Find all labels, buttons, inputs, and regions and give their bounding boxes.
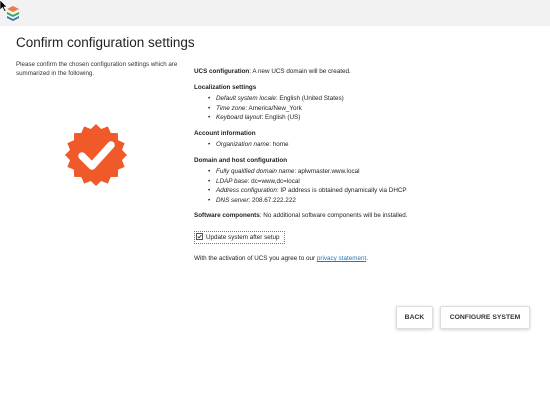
list-item: Keyboard layout: English (US) (208, 113, 534, 123)
configure-system-button[interactable]: CONFIGURE SYSTEM (440, 306, 530, 329)
list-item: Default system locale: English (United S… (208, 94, 534, 104)
checkbox[interactable] (196, 233, 203, 241)
list-item: Fully qualified domain name: aplwmaster.… (208, 167, 534, 177)
check-icon (197, 235, 202, 239)
ucs-logo-icon (7, 6, 19, 21)
software-components: Software components: No additional softw… (194, 212, 408, 219)
list-item: DNS server: 208.67.222.222 (208, 196, 534, 206)
list-item: LDAP base: dc=www,dc=local (208, 177, 534, 187)
privacy-statement-link[interactable]: privacy statement (317, 255, 366, 262)
page-title: Confirm configuration settings (16, 35, 195, 50)
list-item: Organization name: home (208, 140, 534, 150)
checkmark-badge-icon (65, 124, 127, 186)
localization-list: Default system locale: English (United S… (194, 94, 534, 123)
account-list: Organization name: home (194, 140, 534, 150)
top-bar (0, 0, 550, 26)
back-button[interactable]: BACK (396, 306, 433, 329)
setup-panel: Confirm configuration settings Please co… (0, 26, 550, 413)
localization-title: Localization settings (194, 83, 257, 91)
agreement-text: With the activation of UCS you agree to … (194, 255, 368, 262)
ucs-configuration: UCS configuration: A new UCS domain will… (194, 68, 351, 75)
list-item: Time zone: America/New_York (208, 104, 534, 114)
intro-text: Please confirm the chosen configuration … (16, 61, 178, 77)
update-system-label[interactable]: Update system after setup (206, 234, 280, 241)
update-system-checkbox[interactable]: Update system after setup (194, 230, 285, 244)
list-item: Address configuration: IP address is obt… (208, 186, 534, 196)
domain-title: Domain and host configuration (194, 156, 288, 164)
account-title: Account information (194, 129, 256, 137)
summary: UCS configuration: A new UCS domain will… (194, 67, 534, 264)
mouse-cursor-icon (0, 0, 8, 12)
domain-list: Fully qualified domain name: aplwmaster.… (194, 167, 534, 205)
